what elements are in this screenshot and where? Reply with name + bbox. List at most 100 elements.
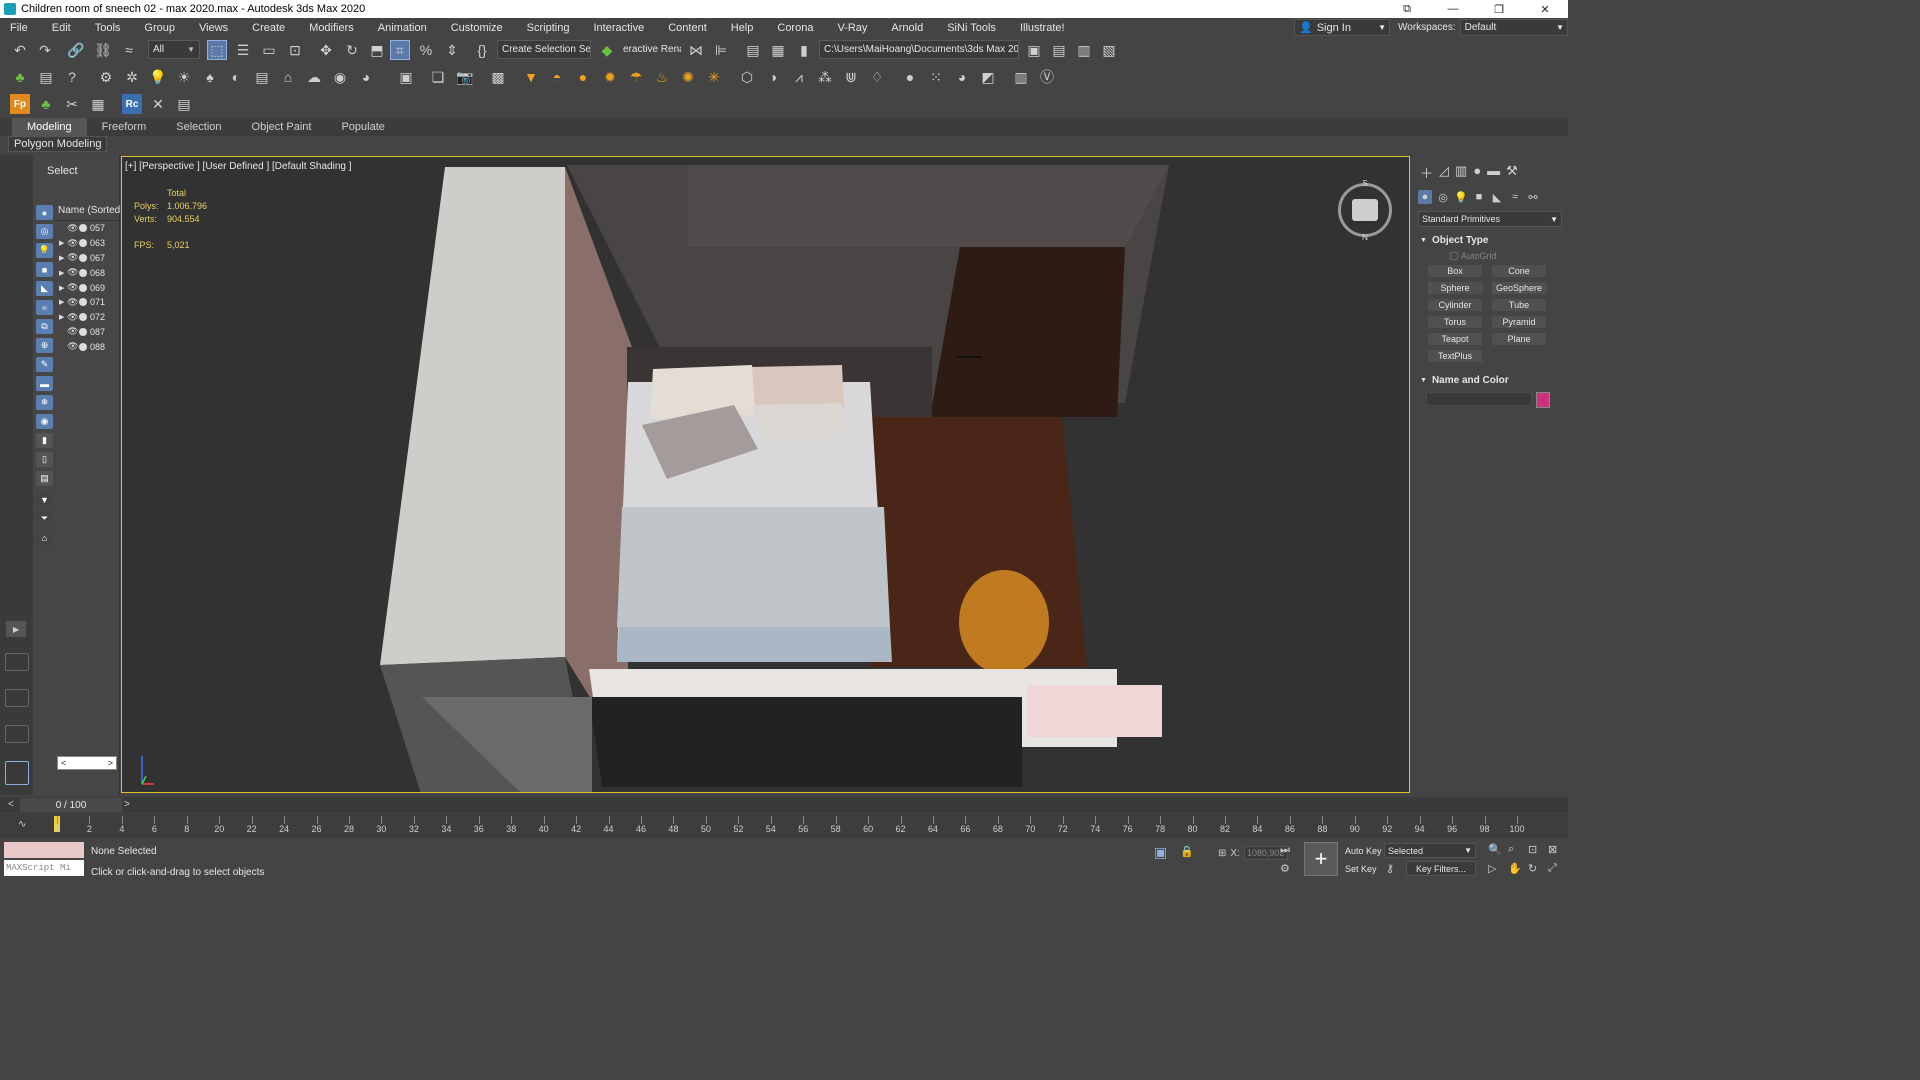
freeze-icon[interactable]	[79, 313, 87, 322]
cameras-icon[interactable]: ■	[1472, 190, 1486, 204]
geosphere-button[interactable]: GeoSphere	[1492, 282, 1546, 294]
scene-list-row[interactable]: ▶ 👁 063	[55, 236, 120, 251]
freeze-icon[interactable]	[79, 239, 87, 248]
xrefs-filter-icon[interactable]: ⊕	[36, 338, 53, 353]
containers-filter-icon[interactable]: ▬	[36, 376, 53, 391]
workspaces-dropdown[interactable]: Default ▼	[1459, 19, 1568, 36]
prev-frame-button[interactable]: <	[8, 799, 14, 810]
key-filters-button[interactable]: Key Filters...	[1406, 861, 1476, 876]
ribbon-tab-freeform[interactable]: Freeform	[87, 118, 162, 136]
mirror-icon[interactable]: ⋈	[686, 40, 706, 60]
hidden-filter-icon[interactable]: ◉	[36, 414, 53, 429]
play-icon[interactable]: ▶	[6, 621, 26, 637]
grass-icon[interactable]: ⋓	[841, 67, 861, 87]
expand-arrow-icon[interactable]: ▶	[59, 284, 67, 292]
restore-small-icon[interactable]: ⧉	[1384, 0, 1430, 18]
vray-icon[interactable]: Ⓥ	[1037, 67, 1057, 87]
modify-tab-icon[interactable]: ◿	[1439, 163, 1449, 183]
object-color-swatch[interactable]	[1536, 392, 1550, 408]
visibility-eye-icon[interactable]: 👁	[67, 267, 78, 278]
systems-icon[interactable]: ⚯	[1526, 190, 1540, 204]
freeze-icon[interactable]	[79, 268, 87, 277]
camera-render-icon[interactable]: 📷	[455, 67, 475, 87]
scroll-right-icon[interactable]: >	[108, 758, 113, 768]
cone-button[interactable]: Cone	[1492, 265, 1546, 277]
primitive-type-dropdown[interactable]: Standard Primitives ▼	[1418, 211, 1562, 227]
motion-tab-icon[interactable]: ●	[1473, 163, 1481, 183]
star-light-icon[interactable]: ✺	[678, 67, 698, 87]
maxscript-mini-listener[interactable]: MAXScript Mi	[4, 860, 84, 876]
ball-icon[interactable]: ●	[900, 67, 920, 87]
viewport-layout-icon[interactable]	[5, 689, 29, 707]
menu-animation[interactable]: Animation	[368, 22, 427, 34]
close-button[interactable]: ✕	[1522, 0, 1568, 18]
time-slider[interactable]: < 0 / 100 >	[0, 797, 1568, 813]
document-icon[interactable]: ▤	[252, 67, 272, 87]
scene-list-row[interactable]: ▶ 👁 072	[55, 310, 120, 325]
snap-toggle-icon[interactable]: ⌗	[390, 40, 410, 60]
menu-group[interactable]: Group	[134, 22, 175, 34]
geometry-filter-icon[interactable]: ●	[36, 205, 53, 220]
interactive-render-dropdown[interactable]: eractive Rena	[619, 40, 681, 59]
torus-button[interactable]: Torus	[1428, 316, 1482, 328]
track-bar[interactable]: ∿ 0 2 4 6 8 20 22 24 26 28 30 32 34 36 38 40 42 44 46 48 50 5…	[0, 814, 1568, 838]
bones-filter-icon[interactable]: ✎	[36, 357, 53, 372]
rotate-icon[interactable]: ↻	[342, 40, 362, 60]
maximize-button[interactable]: ❐	[1476, 0, 1522, 18]
auto-key-button[interactable]: Auto Key	[1342, 843, 1385, 858]
autogrid-checkbox[interactable]: AutoGrid	[1450, 251, 1497, 261]
railclone-icon[interactable]: Rc	[122, 94, 142, 114]
viewport-layout-icon[interactable]	[5, 725, 29, 743]
scene-list-row[interactable]: ▶ 👁 071	[55, 295, 120, 310]
visibility-eye-icon[interactable]: 👁	[67, 326, 78, 337]
select-menu[interactable]: Select	[47, 165, 78, 177]
rectangular-selection-icon[interactable]: ▭	[259, 40, 279, 60]
proxy-icon[interactable]: ⌂	[278, 67, 298, 87]
grid-list-icon[interactable]: ▦	[88, 94, 108, 114]
dome-light-icon[interactable]: ◓	[547, 67, 567, 87]
sun-icon[interactable]: ☀	[174, 67, 194, 87]
frozen-filter-icon[interactable]: ❄	[36, 395, 53, 410]
cameras-filter-icon[interactable]: ■	[36, 262, 53, 277]
scene-explorer-scrollbar[interactable]: < >	[57, 756, 117, 770]
isolate-selection-icon[interactable]: ▣	[1154, 844, 1167, 861]
scene-list-row[interactable]: 👁 088	[55, 339, 120, 354]
sign-in-button[interactable]: 👤 Sign In ▼	[1294, 19, 1390, 36]
lights-filter-icon[interactable]: 💡	[36, 243, 53, 258]
key-selection-dropdown[interactable]: Selected ▼	[1384, 843, 1476, 858]
render-iterative-icon[interactable]: ▥	[1074, 40, 1094, 60]
menu-modifiers[interactable]: Modifiers	[299, 22, 354, 34]
menu-edit[interactable]: Edit	[42, 22, 71, 34]
gear-icon[interactable]: ✲	[122, 67, 142, 87]
name-column-header[interactable]: Name (Sorted A	[55, 205, 120, 221]
curve-editor-icon[interactable]: ∿	[18, 819, 26, 830]
select-by-name-icon[interactable]: ☰	[233, 40, 253, 60]
zoom-extents-all-icon[interactable]: ⊠	[1548, 843, 1557, 856]
menu-content[interactable]: Content	[658, 22, 707, 34]
field-of-view-icon[interactable]: ▷	[1488, 862, 1496, 875]
corona-light-icon[interactable]: ✹	[600, 67, 620, 87]
camera-icon[interactable]: ⚙	[96, 67, 116, 87]
viewcube[interactable]: S N	[1338, 179, 1392, 242]
link-icon[interactable]: 🔗	[66, 40, 86, 60]
visibility-eye-icon[interactable]: 👁	[67, 252, 78, 263]
undo-icon[interactable]: ↶	[10, 40, 30, 60]
fur-icon[interactable]: ☁	[304, 67, 324, 87]
lights-icon[interactable]: 💡	[1454, 190, 1468, 204]
tools-icon[interactable]: ✂	[62, 94, 82, 114]
menu-customize[interactable]: Customize	[441, 22, 503, 34]
project-path-dropdown[interactable]: C:\Users\MaiHoang\Documents\3ds Max 2020…	[819, 40, 1019, 59]
next-frame-button[interactable]: >	[124, 799, 130, 810]
zoom-icon[interactable]: 🔍	[1488, 843, 1502, 856]
light-bulb-icon[interactable]: 💡	[148, 67, 168, 87]
expand-arrow-icon[interactable]: ▶	[59, 269, 67, 277]
textplus-button[interactable]: TextPlus	[1428, 350, 1482, 362]
spotlight-icon[interactable]: ♠	[200, 67, 220, 87]
menu-arnold[interactable]: Arnold	[881, 22, 923, 34]
display-none-icon[interactable]: ▯	[36, 452, 53, 467]
set-key-big-button[interactable]: +	[1304, 842, 1338, 876]
time-slider-thumb[interactable]: 0 / 100	[20, 798, 122, 812]
menu-tools[interactable]: Tools	[85, 22, 121, 34]
sky-light-icon[interactable]: ☂	[626, 67, 646, 87]
display-all-icon[interactable]: ▮	[36, 433, 53, 448]
